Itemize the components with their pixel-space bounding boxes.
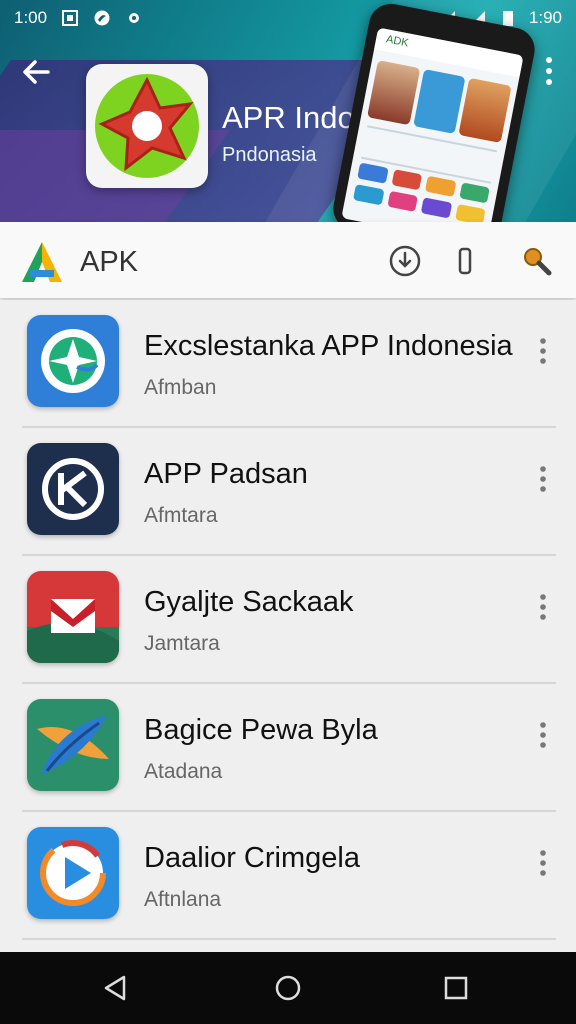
more-vert-icon[interactable]	[534, 592, 552, 622]
more-vert-icon[interactable]	[542, 56, 556, 86]
download-icon[interactable]	[388, 244, 422, 278]
k-logo-icon	[27, 443, 119, 535]
more-vert-icon[interactable]	[534, 464, 552, 494]
search-toolbar: APK	[0, 222, 576, 298]
app-logo	[86, 64, 208, 188]
apk-logo-icon	[22, 242, 62, 282]
feather-icon	[27, 699, 119, 791]
play-icon	[27, 827, 119, 919]
app-developer: Aftnlana	[144, 888, 222, 911]
search-icon[interactable]	[520, 244, 554, 278]
app-developer: Afmban	[144, 376, 217, 399]
app-thumbnail	[412, 68, 466, 135]
nav-back-icon[interactable]	[100, 972, 132, 1004]
dot-icon	[129, 13, 140, 23]
star-logo-icon	[95, 74, 199, 178]
screenshot-icon	[62, 10, 79, 26]
app-name: Gyaljte Sackaak	[144, 586, 354, 618]
status-time: 1:00	[14, 8, 48, 27]
photo-thumbnail	[367, 60, 421, 126]
divider	[22, 938, 556, 940]
app-name: Bagice Pewa Byla	[144, 714, 378, 746]
more-vert-icon[interactable]	[534, 720, 552, 750]
phone-icon[interactable]	[448, 244, 482, 278]
navigation-bar	[0, 952, 576, 1024]
more-vert-icon[interactable]	[534, 848, 552, 878]
app-list: Excslestanka APP Indonesia Afmban APP Pa…	[0, 300, 576, 952]
app-icon	[94, 10, 110, 26]
app-developer: Atadana	[144, 760, 223, 783]
app-developer: Afmtara	[144, 504, 218, 527]
mail-icon	[27, 571, 119, 663]
app-name: Excslestanka APP Indonesia	[144, 330, 513, 362]
more-vert-icon[interactable]	[534, 336, 552, 366]
app-name: APP Padsan	[144, 458, 308, 490]
toolbar-label: APK	[80, 246, 139, 278]
list-item[interactable]: Excslestanka APP Indonesia Afmban	[0, 300, 576, 428]
list-item[interactable]: Daalior Crimgela Aftnlana	[0, 812, 576, 940]
app-developer: Jamtara	[144, 632, 220, 655]
status-time: 1:90	[528, 8, 562, 27]
list-item[interactable]: Bagice Pewa Byla Atadana	[0, 684, 576, 812]
compass-icon	[27, 315, 119, 407]
nav-recents-icon[interactable]	[440, 972, 472, 1004]
app-subtitle: Pndonasia	[222, 144, 317, 166]
back-arrow-icon[interactable]	[18, 54, 54, 90]
app-name: Daalior Crimgela	[144, 842, 360, 874]
app-header: 1:00 1:90 APR Indom Pndonasia ADK	[0, 0, 576, 222]
list-item[interactable]: Gyaljte Sackaak Jamtara	[0, 556, 576, 684]
nav-home-icon[interactable]	[272, 972, 304, 1004]
list-item[interactable]: APP Padsan Afmtara	[0, 428, 576, 556]
photo-thumbnail	[458, 77, 512, 143]
